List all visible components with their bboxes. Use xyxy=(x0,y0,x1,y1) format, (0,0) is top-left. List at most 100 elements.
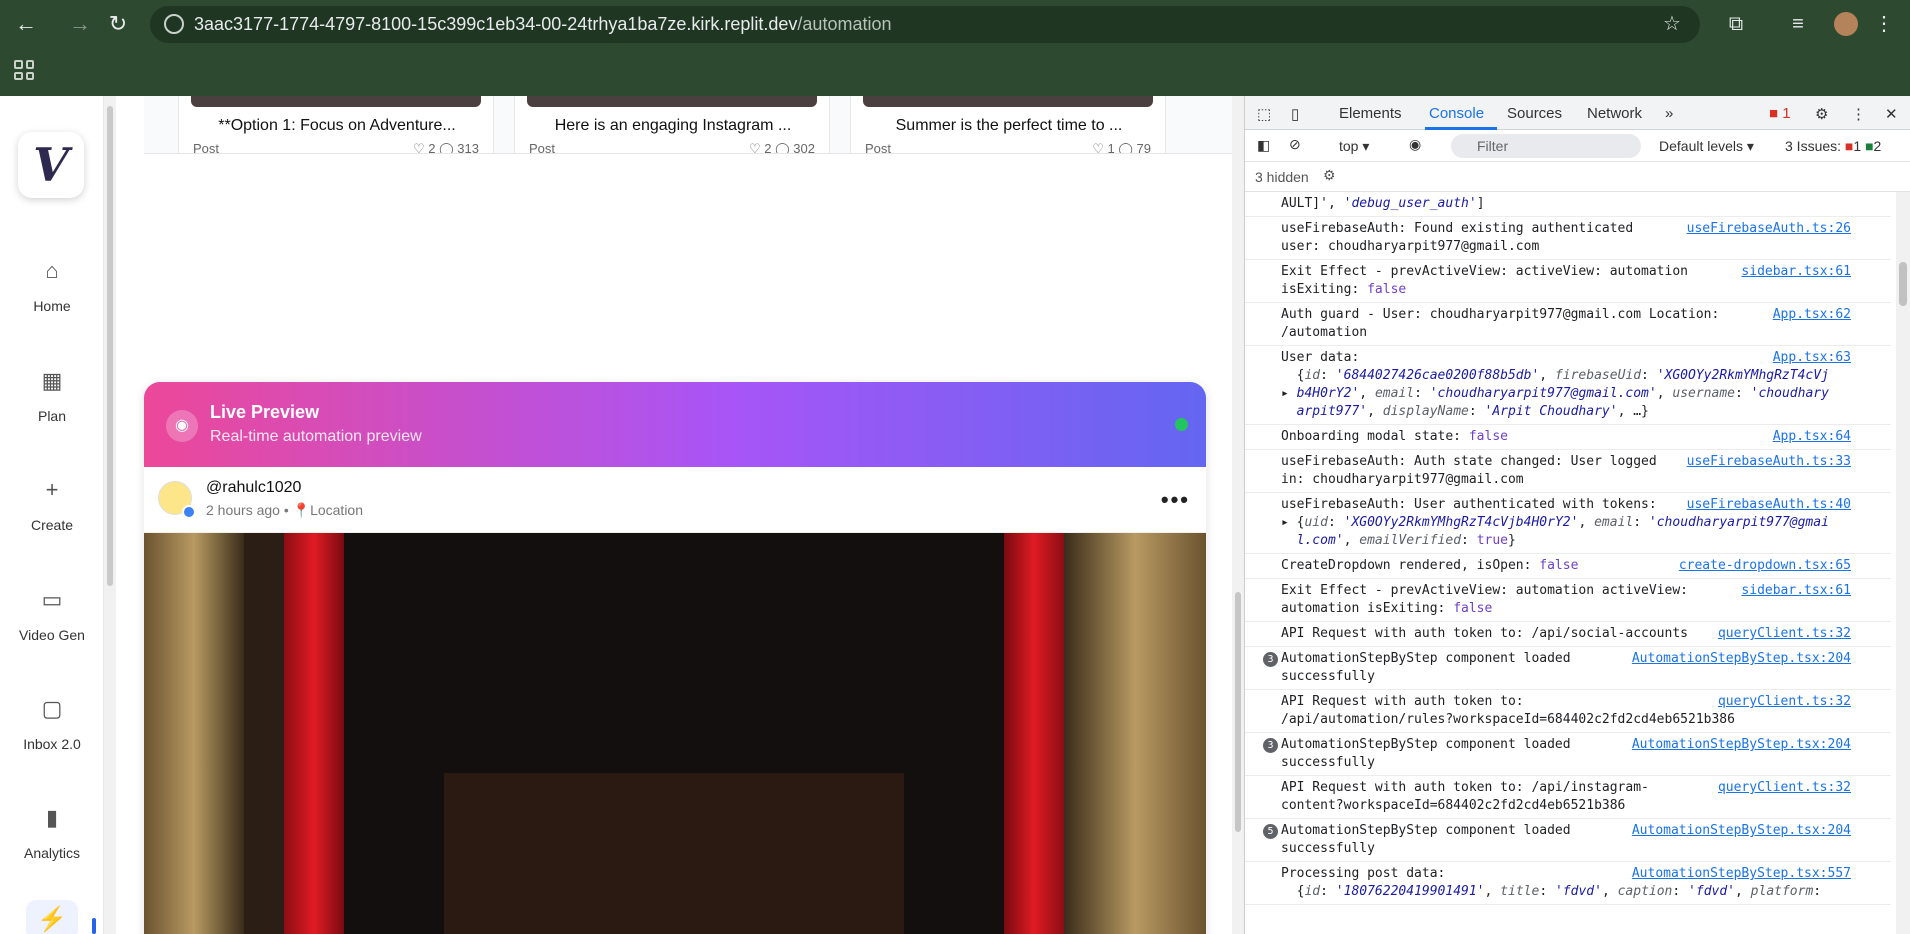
post-type: Post xyxy=(529,141,556,154)
menu-icon[interactable]: ⋮ xyxy=(1872,12,1896,36)
console-message: User data: {id: '6844027426cae0200f88b5d… xyxy=(1245,346,1891,425)
video-icon: ▭ xyxy=(41,587,63,612)
source-link[interactable]: queryClient.ts:32 xyxy=(1709,625,1851,643)
context-select[interactable]: top ▾ xyxy=(1339,138,1369,155)
console-message: API Request with auth token to: /api/soc… xyxy=(1245,622,1891,647)
source-link[interactable]: App.tsx:63 xyxy=(1764,349,1851,367)
post-title: **Option 1: Focus on Adventure... xyxy=(218,117,456,134)
console-log: AULT]', 'debug_user_auth'] useFirebaseAut… xyxy=(1245,192,1891,934)
star-icon[interactable]: ☆ xyxy=(1660,12,1684,36)
door-frame-left xyxy=(144,533,244,934)
console-message: API Request with auth token to: /api/ins… xyxy=(1245,776,1891,819)
sidebar-item-home[interactable]: ⌂ Home xyxy=(0,258,104,314)
post-location: Location xyxy=(310,502,364,518)
source-link[interactable]: useFirebaseAuth.ts:40 xyxy=(1678,496,1851,514)
live-expression-icon[interactable]: ◉ xyxy=(1409,136,1421,153)
post-stats: ♡ 2 ◯ 302 xyxy=(749,141,815,154)
red-pillar-right xyxy=(1004,533,1064,934)
source-link[interactable]: useFirebaseAuth.ts:26 xyxy=(1678,220,1851,238)
tab-sources[interactable]: Sources xyxy=(1507,105,1562,122)
source-link[interactable]: sidebar.tsx:61 xyxy=(1733,582,1851,600)
source-link[interactable]: create-dropdown.tsx:65 xyxy=(1670,557,1851,575)
source-link[interactable]: AutomationStepByStep.tsx:204 xyxy=(1623,736,1851,754)
apps-icon[interactable] xyxy=(14,60,34,80)
bar-chart-icon: ▮ xyxy=(45,805,59,830)
red-pillar-left xyxy=(284,533,344,934)
reload-icon[interactable]: ↻ xyxy=(102,10,134,38)
more-tabs-icon[interactable]: » xyxy=(1665,105,1673,122)
recent-posts-row: **Option 1: Focus on Adventure... Post ♡… xyxy=(144,96,1234,154)
post-card[interactable]: Summer is the perfect time to ... Post ♡… xyxy=(850,96,1166,154)
url-path: /automation xyxy=(797,14,892,34)
log-levels-select[interactable]: Default levels ▾ xyxy=(1659,138,1754,155)
content-scroll-thumb[interactable] xyxy=(1235,592,1241,832)
post-card[interactable]: Here is an engaging Instagram ... Post ♡… xyxy=(514,96,830,154)
repeat-count-badge: 3 xyxy=(1263,652,1278,667)
console-message: useFirebaseAuth: Auth state changed: Use… xyxy=(1245,450,1891,493)
automation-nav-icon[interactable]: ⚡ xyxy=(26,900,78,934)
console-message: 3 AutomationStepByStep component loaded su… xyxy=(1245,733,1891,776)
sidebar-item-analytics[interactable]: ▮ Analytics xyxy=(0,805,104,861)
sidebar-scroll-thumb[interactable] xyxy=(107,106,113,586)
hidden-count: 3 hidden xyxy=(1255,169,1309,185)
issues-error-count: 1 xyxy=(1853,138,1862,154)
profile-avatar[interactable] xyxy=(1834,12,1858,36)
back-icon[interactable]: ← xyxy=(10,10,42,38)
address-bar[interactable]: 3aac3177-1774-4797-8100-15c399c1eb34-00-… xyxy=(150,6,1700,43)
post-stats: ♡ 1 ◯ 79 xyxy=(1092,141,1151,154)
issues-warning-count: 2 xyxy=(1873,138,1882,154)
settings-icon[interactable]: ⚙ xyxy=(1815,105,1828,123)
tab-elements[interactable]: Elements xyxy=(1339,105,1402,122)
close-devtools-icon[interactable]: ✕ xyxy=(1885,105,1898,123)
devtools-menu-icon[interactable]: ⋮ xyxy=(1851,105,1866,123)
source-link[interactable]: AutomationStepByStep.tsx:204 xyxy=(1623,650,1851,668)
source-link[interactable]: useFirebaseAuth.ts:33 xyxy=(1678,453,1851,471)
sidebar-toggle-icon[interactable]: ◧ xyxy=(1257,137,1270,154)
post-thumbnail xyxy=(527,96,817,107)
plus-icon: + xyxy=(45,477,59,502)
app-logo[interactable]: V xyxy=(18,132,84,198)
sidebar-item-label: Video Gen xyxy=(19,627,85,643)
sidebar-item-plan[interactable]: ▦ Plan xyxy=(0,368,104,424)
source-link[interactable]: AutomationStepByStep.tsx:204 xyxy=(1623,822,1851,840)
extensions-icon[interactable]: ⧉ xyxy=(1724,12,1748,36)
media-icon[interactable]: ≡ xyxy=(1786,12,1810,36)
tab-console[interactable]: Console xyxy=(1429,105,1484,122)
door-shadow-left xyxy=(244,533,284,934)
post-meta: 2 hours ago • 📍Location xyxy=(206,502,364,518)
tab-network[interactable]: Network xyxy=(1587,105,1642,122)
device-toggle-icon[interactable]: ▯ xyxy=(1291,105,1299,123)
console-scroll-thumb[interactable] xyxy=(1899,262,1907,306)
devtools-panel: ⬚ ▯ Elements Console Sources Network » ■… xyxy=(1244,96,1910,934)
filter-input[interactable]: Filter xyxy=(1451,134,1641,158)
console-message: useFirebaseAuth: User authenticated with… xyxy=(1245,493,1891,554)
error-count-badge[interactable]: ■ 1 xyxy=(1769,105,1791,122)
active-indicator xyxy=(92,918,96,934)
source-link[interactable]: sidebar.tsx:61 xyxy=(1733,263,1851,281)
live-preview-title: Live Preview xyxy=(210,402,320,422)
issues-button[interactable]: 3 Issues: ■1 ■2 xyxy=(1785,138,1881,154)
sidebar-item-create[interactable]: + Create xyxy=(0,477,104,533)
sidebar-item-inbox[interactable]: ▢ Inbox 2.0 xyxy=(0,696,104,752)
sidebar-item-video-gen[interactable]: ▭ Video Gen xyxy=(0,587,104,643)
site-info-icon[interactable] xyxy=(164,14,184,34)
live-preview-header: ◉ Live Preview Real-time automation prev… xyxy=(144,382,1206,467)
console-message: Processing post data: {id: '180762204199… xyxy=(1245,862,1891,905)
post-time: 2 hours ago xyxy=(206,502,280,518)
post-username[interactable]: @rahulc1020 xyxy=(206,479,301,497)
console-message: 3 AutomationStepByStep component loaded su… xyxy=(1245,647,1891,690)
inspect-icon[interactable]: ⬚ xyxy=(1257,105,1271,123)
source-link[interactable]: App.tsx:62 xyxy=(1764,306,1851,324)
logo-letter: V xyxy=(33,138,69,192)
post-card[interactable]: **Option 1: Focus on Adventure... Post ♡… xyxy=(178,96,494,153)
log-levels-value: Default levels xyxy=(1659,138,1744,154)
forward-icon[interactable]: → xyxy=(64,10,96,38)
source-link[interactable]: queryClient.ts:32 xyxy=(1709,779,1851,797)
source-link[interactable]: queryClient.ts:32 xyxy=(1709,693,1851,711)
source-link[interactable]: App.tsx:64 xyxy=(1764,428,1851,446)
clear-console-icon[interactable]: ⊘ xyxy=(1289,136,1301,153)
more-options-icon[interactable]: ••• xyxy=(1161,487,1190,513)
console-settings-icon[interactable]: ⚙ xyxy=(1323,167,1336,184)
source-link[interactable]: AutomationStepByStep.tsx:557 xyxy=(1623,865,1851,883)
post-thumbnail xyxy=(863,96,1153,107)
